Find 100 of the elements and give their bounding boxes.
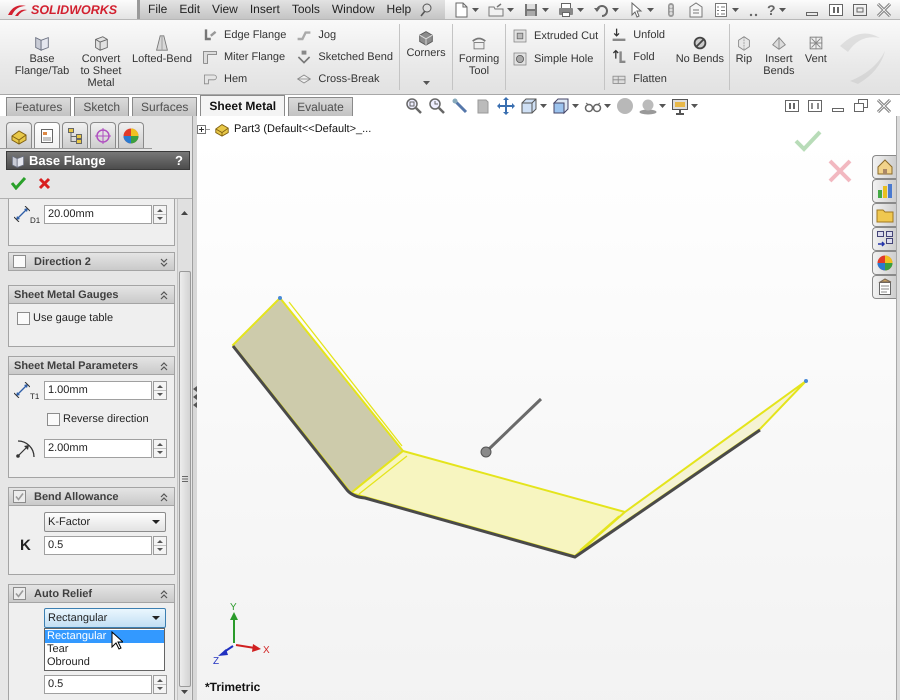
ribbon-button[interactable]: Jog: [293, 24, 396, 46]
collapse-chevron-icon[interactable]: [159, 288, 169, 300]
task-pane-tab[interactable]: [872, 179, 896, 203]
tab[interactable]: Evaluate: [288, 97, 353, 116]
pushpin-icon[interactable]: [419, 2, 434, 16]
help-button[interactable]: ?: [767, 2, 776, 18]
input-field[interactable]: 0.5: [44, 674, 152, 694]
spinner-icon[interactable]: [153, 536, 167, 554]
caret-icon[interactable]: [577, 8, 584, 12]
group-header[interactable]: Auto Relief: [8, 584, 175, 603]
restore-icon[interactable]: [852, 2, 868, 18]
menu-item[interactable]: Insert: [244, 0, 286, 19]
caret-icon[interactable]: [152, 616, 160, 620]
caret-icon[interactable]: [542, 8, 549, 12]
group-header[interactable]: Sheet Metal Gauges: [8, 285, 175, 304]
tab[interactable]: Sheet Metal: [200, 95, 286, 116]
expand-icon[interactable]: [197, 124, 210, 134]
direction-arrow[interactable]: [480, 398, 542, 458]
restore-icon[interactable]: [853, 98, 869, 114]
help-button[interactable]: ?: [175, 153, 183, 168]
caret-icon[interactable]: [152, 520, 160, 524]
folder-icon[interactable]: [488, 2, 504, 18]
caret-icon[interactable]: [690, 104, 698, 108]
collapse-chevron-icon[interactable]: [159, 490, 169, 502]
panel-tab[interactable]: [34, 122, 60, 148]
panel-tab[interactable]: [6, 122, 32, 148]
printer-icon[interactable]: [558, 2, 574, 18]
check-icon[interactable]: [10, 176, 26, 190]
tab[interactable]: Surfaces: [132, 97, 198, 116]
ribbon-button[interactable]: Rip: [732, 24, 755, 90]
checklist-icon[interactable]: [713, 2, 729, 18]
group-header[interactable]: Sheet Metal Parameters: [8, 356, 175, 375]
ribbon-button[interactable]: Simple Hole: [509, 47, 602, 70]
document-icon[interactable]: [453, 2, 469, 18]
document-list-icon[interactable]: [688, 2, 704, 18]
ribbon-button[interactable]: Convert to Sheet Metal: [77, 24, 125, 90]
caret-icon[interactable]: [732, 8, 739, 12]
caret-icon[interactable]: [472, 8, 479, 12]
ribbon-button[interactable]: Cross-Break: [293, 68, 396, 90]
spinner-icon[interactable]: [153, 380, 167, 400]
ribbon-button[interactable]: Flatten: [608, 68, 670, 90]
cube-icon[interactable]: [520, 96, 538, 114]
menu-item[interactable]: Tools: [286, 0, 326, 19]
ribbon-button[interactable]: Sketched Bend: [293, 46, 396, 68]
caret-icon[interactable]: [778, 8, 786, 12]
collapse-chevron-icon[interactable]: [159, 360, 169, 372]
ribbon-button[interactable]: No Bends: [674, 24, 726, 90]
task-pane-tab[interactable]: [872, 251, 896, 275]
scrollbar-thumb[interactable]: [178, 271, 190, 687]
caret-icon[interactable]: [658, 104, 666, 108]
checkbox[interactable]: [17, 312, 30, 324]
input-field[interactable]: 20.00mm: [44, 204, 152, 224]
check-icon[interactable]: [794, 130, 822, 152]
menu-item[interactable]: Edit: [173, 0, 206, 19]
tile-icon[interactable]: [784, 98, 800, 114]
ribbon-button[interactable]: Extruded Cut: [509, 24, 602, 47]
dropdown[interactable]: K-Factor: [44, 512, 166, 532]
tile-icon[interactable]: [828, 2, 844, 18]
ribbon-button[interactable]: Base Flange/Tab: [11, 24, 73, 90]
caret-icon[interactable]: [572, 104, 579, 108]
close-icon[interactable]: [876, 2, 892, 18]
group-header[interactable]: Direction 2: [8, 252, 175, 271]
caret-icon[interactable]: [612, 8, 619, 12]
ribbon-button[interactable]: Miter Flange: [199, 46, 290, 68]
task-pane-tab[interactable]: [872, 275, 896, 299]
scrollbar[interactable]: [177, 199, 191, 700]
magnifier-icon[interactable]: [428, 96, 446, 114]
menu-item[interactable]: View: [206, 0, 244, 19]
tree-item[interactable]: Part3 (Default<<Default>_...: [234, 123, 372, 135]
monitor-icon[interactable]: [670, 96, 689, 114]
panel-tab[interactable]: [90, 122, 116, 148]
tile-icon[interactable]: [807, 98, 823, 114]
task-pane-tab[interactable]: [872, 155, 896, 179]
ribbon-button[interactable]: Insert Bends: [758, 24, 799, 90]
input-field[interactable]: 0.5: [44, 536, 152, 554]
magnifier-icon[interactable]: [404, 96, 423, 114]
caret-icon[interactable]: [647, 8, 654, 12]
cube-icon[interactable]: [552, 96, 570, 114]
caret-icon[interactable]: [540, 104, 547, 108]
task-pane-tab[interactable]: [872, 227, 896, 251]
checkbox[interactable]: [47, 412, 60, 426]
up-arrow-icon[interactable]: [181, 211, 188, 215]
collapse-chevron-icon[interactable]: [159, 588, 169, 600]
move-arrows-icon[interactable]: [496, 96, 515, 114]
ribbon-button[interactable]: Fold: [608, 46, 670, 68]
down-arrow-icon[interactable]: [181, 690, 188, 694]
group-header[interactable]: Bend Allowance: [8, 487, 175, 506]
input-field[interactable]: 2.00mm: [44, 438, 152, 458]
caret-icon[interactable]: [507, 8, 514, 12]
wand-icon[interactable]: [450, 96, 469, 114]
spinner-icon[interactable]: [153, 204, 167, 224]
caret-icon[interactable]: [604, 104, 611, 108]
spinner-icon[interactable]: [153, 674, 167, 694]
checkbox[interactable]: [13, 587, 26, 600]
dropdown[interactable]: Rectangular: [44, 608, 166, 628]
cross-icon[interactable]: [38, 176, 51, 190]
tab[interactable]: Features: [6, 97, 72, 116]
checkbox[interactable]: [13, 255, 26, 268]
task-pane-tab[interactable]: [872, 203, 896, 227]
input-field[interactable]: 1.00mm: [44, 380, 152, 400]
